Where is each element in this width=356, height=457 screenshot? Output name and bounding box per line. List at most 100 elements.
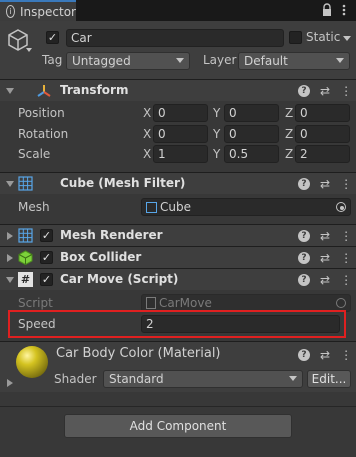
kebab-menu-icon[interactable]: ⋮	[340, 84, 352, 98]
box-collider-header-icons: ? ⇄ ⋮	[298, 251, 352, 265]
layer-label: Layer	[203, 53, 237, 67]
object-picker-icon[interactable]	[336, 202, 346, 212]
position-x-field[interactable]: 0	[153, 104, 208, 122]
chevron-down-icon	[336, 58, 344, 63]
rotation-z-value: 0	[300, 127, 308, 141]
tab-bar: i Inspector	[0, 0, 356, 21]
scale-x-field[interactable]: 1	[153, 145, 208, 163]
rotation-x-field[interactable]: 0	[153, 125, 208, 143]
transform-header[interactable]: Transform ? ⇄ ⋮	[0, 79, 356, 101]
scale-y-axis[interactable]: Y	[213, 147, 220, 161]
mesh-object-field[interactable]: Cube	[141, 198, 351, 216]
script-value: CarMove	[159, 296, 212, 310]
presets-icon[interactable]: ⇄	[320, 273, 330, 287]
rotation-x-axis[interactable]: X	[143, 127, 151, 141]
kebab-menu-icon[interactable]: ⋮	[340, 273, 352, 287]
kebab-menu-icon[interactable]: ⋮	[340, 229, 352, 243]
transform-header-icons: ? ⇄ ⋮	[298, 84, 352, 98]
help-icon[interactable]: ?	[298, 178, 310, 190]
presets-icon[interactable]: ⇄	[320, 348, 330, 362]
layer-dropdown[interactable]: Default	[238, 52, 350, 70]
tag-dropdown[interactable]: Untagged	[66, 52, 190, 70]
mesh-value: Cube	[160, 200, 191, 214]
help-icon[interactable]: ?	[298, 85, 310, 97]
foldout-arrow-icon[interactable]	[7, 379, 13, 387]
car-move-title: Car Move (Script)	[60, 272, 179, 286]
chevron-down-icon[interactable]	[26, 48, 32, 52]
mesh-grid-icon	[146, 201, 157, 213]
kebab-menu-icon[interactable]: ⋮	[340, 348, 352, 362]
mesh-renderer-header-icons: ? ⇄ ⋮	[298, 229, 352, 243]
box-collider-header[interactable]: ✓ Box Collider ? ⇄ ⋮	[0, 246, 356, 268]
tab-title: Inspector	[20, 4, 76, 19]
presets-icon[interactable]: ⇄	[320, 177, 330, 191]
car-move-header[interactable]: # ✓ Car Move (Script) ? ⇄ ⋮	[0, 268, 356, 290]
position-z-value: 0	[300, 106, 308, 120]
rotation-y-field[interactable]: 0	[224, 125, 279, 143]
tag-label: Tag	[42, 53, 63, 67]
rotation-y-value: 0	[229, 127, 237, 141]
speed-value: 2	[146, 317, 154, 331]
scale-label: Scale	[18, 147, 51, 161]
car-move-enabled-checkbox[interactable]: ✓	[40, 273, 53, 286]
position-z-axis[interactable]: Z	[285, 106, 293, 120]
static-checkbox[interactable]	[289, 31, 302, 44]
transform-body: Position X 0 Y 0 Z 0 Rotation X 0 Y 0 Z …	[0, 101, 356, 172]
tab-inspector[interactable]: i Inspector	[0, 0, 76, 21]
mesh-filter-grid-icon	[18, 176, 33, 191]
lock-icon[interactable]	[322, 3, 332, 17]
position-y-value: 0	[229, 106, 237, 120]
mesh-filter-header[interactable]: Cube (Mesh Filter) ? ⇄ ⋮	[0, 172, 356, 194]
scale-x-axis[interactable]: X	[143, 147, 151, 161]
edit-shader-button[interactable]: Edit...	[307, 370, 351, 388]
mesh-renderer-enabled-checkbox[interactable]: ✓	[40, 229, 53, 242]
foldout-arrow-icon[interactable]	[6, 88, 14, 94]
scale-z-value: 2	[300, 147, 308, 161]
position-x-axis[interactable]: X	[143, 106, 151, 120]
info-icon: i	[6, 5, 16, 18]
foldout-arrow-icon[interactable]	[7, 232, 13, 240]
speed-field[interactable]: 2	[141, 315, 340, 333]
position-y-axis[interactable]: Y	[213, 106, 220, 120]
layer-value: Default	[244, 54, 288, 68]
rotation-z-axis[interactable]: Z	[285, 127, 293, 141]
object-name-field[interactable]: Car	[66, 29, 284, 47]
active-checkbox[interactable]: ✓	[46, 31, 59, 44]
help-icon[interactable]: ?	[298, 230, 310, 242]
car-move-body: Script CarMove Speed 2	[0, 290, 356, 341]
foldout-arrow-icon[interactable]	[6, 181, 14, 187]
scale-y-field[interactable]: 0.5	[224, 145, 279, 163]
add-component-label: Add Component	[129, 419, 227, 433]
box-collider-title: Box Collider	[60, 250, 142, 264]
position-y-field[interactable]: 0	[224, 104, 279, 122]
help-icon[interactable]: ?	[298, 349, 310, 361]
material-sphere-icon[interactable]	[16, 346, 48, 378]
kebab-menu-icon[interactable]: ⋮	[340, 251, 352, 265]
kebab-menu-icon[interactable]: ⋮	[340, 177, 352, 191]
kebab-menu-icon[interactable]	[342, 3, 346, 17]
help-icon[interactable]: ?	[298, 274, 310, 286]
mesh-filter-title: Cube (Mesh Filter)	[60, 176, 186, 190]
position-z-field[interactable]: 0	[295, 104, 350, 122]
script-label: Script	[18, 296, 53, 310]
mesh-renderer-header[interactable]: ✓ Mesh Renderer ? ⇄ ⋮	[0, 224, 356, 246]
mesh-renderer-icon	[18, 228, 33, 243]
presets-icon[interactable]: ⇄	[320, 84, 330, 98]
foldout-arrow-icon[interactable]	[7, 254, 13, 262]
add-component-button[interactable]: Add Component	[64, 414, 292, 438]
mesh-filter-header-icons: ? ⇄ ⋮	[298, 177, 352, 191]
box-collider-enabled-checkbox[interactable]: ✓	[40, 251, 53, 264]
presets-icon[interactable]: ⇄	[320, 251, 330, 265]
static-dropdown-arrow[interactable]	[343, 36, 351, 41]
scale-z-field[interactable]: 2	[295, 145, 350, 163]
presets-icon[interactable]: ⇄	[320, 229, 330, 243]
object-name-value: Car	[71, 31, 92, 45]
chevron-down-icon	[176, 58, 184, 63]
foldout-arrow-icon[interactable]	[6, 277, 14, 283]
shader-dropdown[interactable]: Standard	[103, 370, 303, 388]
rotation-z-field[interactable]: 0	[295, 125, 350, 143]
rotation-y-axis[interactable]: Y	[213, 127, 220, 141]
scale-z-axis[interactable]: Z	[285, 147, 293, 161]
help-icon[interactable]: ?	[298, 252, 310, 264]
script-file-icon	[146, 297, 156, 309]
